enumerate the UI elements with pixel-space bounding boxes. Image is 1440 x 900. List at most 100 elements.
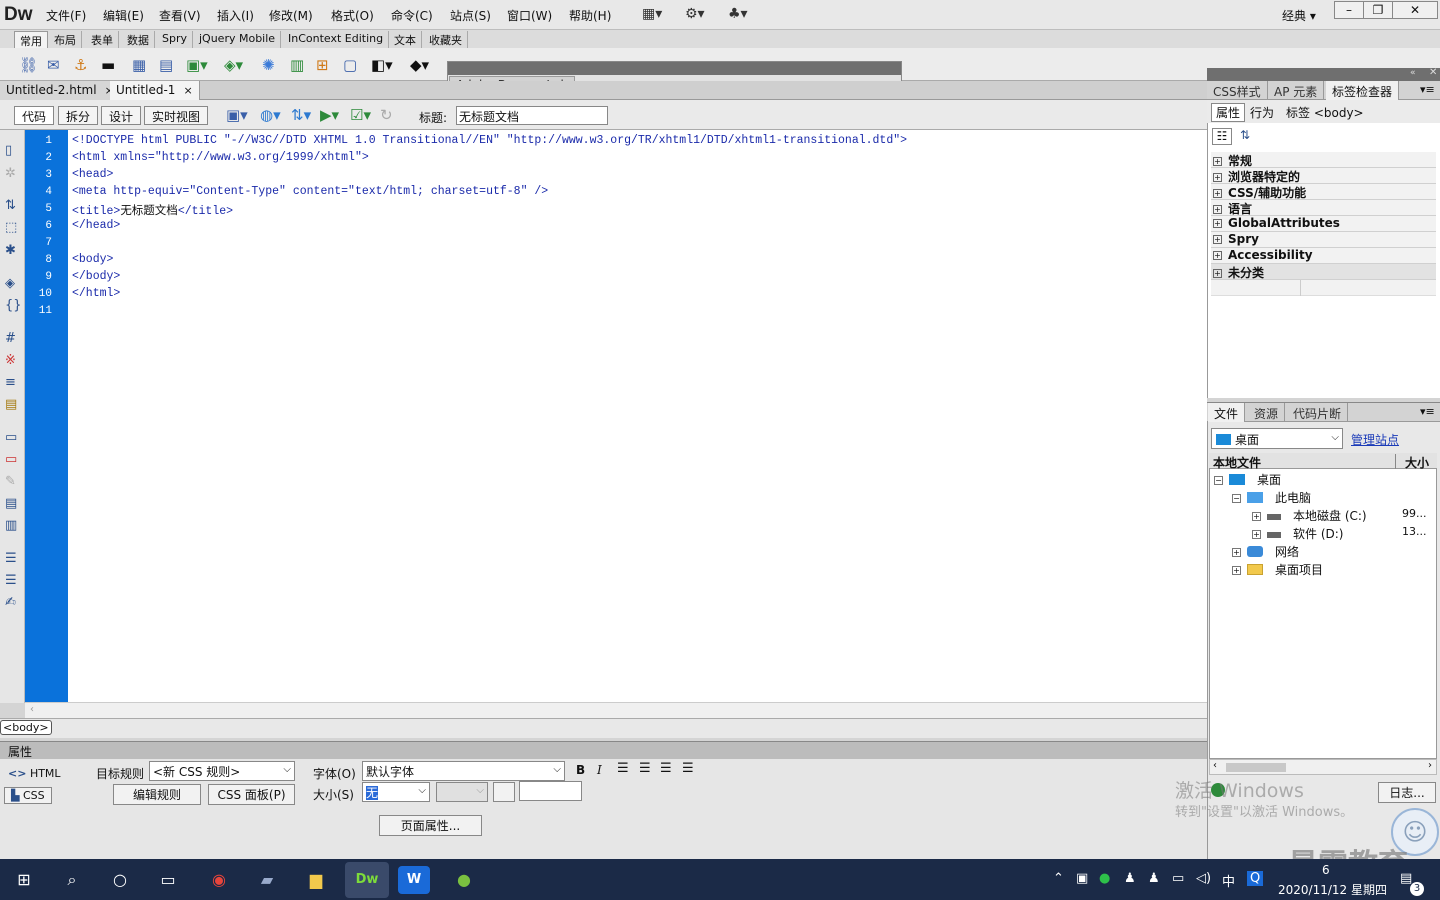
qq-icon[interactable]: ♟ — [1124, 871, 1136, 886]
qq-icon-2[interactable]: ♟ — [1148, 871, 1160, 886]
scroll-left-icon[interactable]: ‹ — [1213, 760, 1217, 771]
multiscreen-icon[interactable]: ▣▾ — [226, 106, 248, 124]
close-panel-icon[interactable]: ✕ — [1429, 67, 1437, 78]
manage-sites-link[interactable]: 管理站点 — [1351, 431, 1399, 448]
site-select[interactable]: 桌面 ⌵ — [1211, 428, 1343, 449]
remove-comment-icon[interactable]: ▭ — [5, 452, 17, 467]
insert-tab-jquery-mobile[interactable]: jQuery Mobile — [194, 31, 282, 48]
scroll-thumb[interactable] — [1226, 763, 1286, 772]
category-view-icon[interactable]: ☷ — [1212, 128, 1232, 145]
tab-css-styles[interactable]: CSS样式 — [1207, 81, 1268, 100]
select-parent-tag-icon[interactable]: ◈ — [5, 276, 15, 291]
tab-tag-inspector[interactable]: 标签检查器 — [1326, 81, 1400, 100]
menu-help[interactable]: 帮助(H) — [569, 7, 611, 24]
wechat-icon[interactable]: ● — [1099, 871, 1110, 886]
color-picker[interactable] — [493, 782, 515, 802]
media-icon[interactable]: ◈▾ — [224, 56, 243, 74]
tree-node-desktop[interactable]: − 桌面 — [1214, 471, 1281, 488]
tag-selector-body[interactable]: <body> — [0, 720, 52, 735]
category-spry[interactable]: + Spry — [1211, 232, 1436, 248]
justify-icon[interactable]: ☰ — [682, 761, 694, 776]
email-link-icon[interactable]: ✉ — [47, 56, 60, 74]
expand-icon[interactable]: + — [1232, 566, 1241, 575]
tab-snippets[interactable]: 代码片断 — [1287, 403, 1349, 422]
insert-tab-forms[interactable]: 表单 — [86, 31, 119, 48]
html-mode-button[interactable]: <> HTML — [8, 767, 61, 780]
insert-tab-spry[interactable]: Spry — [157, 31, 193, 48]
preview-browser-icon[interactable]: ◍▾ — [260, 106, 281, 124]
word-wrap-icon[interactable]: ≡ — [5, 375, 16, 390]
menu-site[interactable]: 站点(S) — [450, 7, 491, 24]
network-icon[interactable]: ▭ — [1172, 871, 1184, 886]
file-management-icon[interactable]: ⇅▾ — [291, 106, 311, 124]
tab-attributes[interactable]: 属性 — [1211, 103, 1246, 122]
insert-tab-data[interactable]: 数据 — [122, 31, 155, 48]
menu-insert[interactable]: 插入(I) — [217, 7, 254, 24]
code-view-button[interactable]: 代码 — [14, 106, 55, 125]
named-anchor-icon[interactable]: ⚓ — [74, 56, 87, 74]
w3c-validation-icon[interactable]: ▶▾ — [320, 106, 339, 124]
category-general[interactable]: + 常规 — [1211, 152, 1436, 168]
tab-behaviors[interactable]: 行为 — [1250, 104, 1274, 121]
clock-date[interactable]: 2020/11/12 星期四 — [1278, 881, 1387, 898]
syntax-coloring-icon[interactable]: ▤ — [5, 397, 17, 412]
collapse-tag-icon[interactable]: ⇅ — [5, 198, 16, 213]
menu-format[interactable]: 格式(O) — [331, 7, 374, 24]
div-icon[interactable]: ▤ — [159, 56, 173, 74]
tab-assets[interactable]: 资源 — [1248, 403, 1286, 422]
column-size[interactable]: 大小 — [1405, 454, 1429, 471]
expand-icon[interactable]: + — [1252, 530, 1261, 539]
menu-edit[interactable]: 编辑(E) — [103, 7, 144, 24]
design-view-button[interactable]: 设计 — [101, 106, 142, 125]
menu-commands[interactable]: 命令(C) — [391, 7, 433, 24]
properties-header[interactable]: 属性 — [0, 741, 1207, 759]
indent-icon[interactable]: ☰ — [5, 551, 17, 566]
tree-node-this-pc[interactable]: − 此电脑 — [1232, 489, 1311, 506]
tree-horizontal-scrollbar[interactable]: ‹ › — [1209, 759, 1437, 775]
align-left-icon[interactable]: ☰ — [617, 761, 629, 776]
align-right-icon[interactable]: ☰ — [660, 761, 672, 776]
tab-ap-elements[interactable]: AP 元素 — [1268, 81, 1325, 100]
app-icon[interactable]: ● — [448, 866, 480, 894]
comment-icon[interactable]: ▢ — [343, 56, 357, 74]
wps-icon[interactable]: W — [398, 866, 430, 894]
target-rule-select[interactable]: <新 CSS 规则> ⌵ — [149, 761, 295, 781]
size-select[interactable]: 无 ⌵ — [362, 782, 430, 802]
tree-node-drive-c[interactable]: + 本地磁盘 (C:) — [1252, 507, 1367, 524]
split-view-button[interactable]: 拆分 — [58, 106, 99, 125]
insert-tab-common[interactable]: 常用 — [14, 31, 48, 48]
attribute-row[interactable] — [1211, 280, 1436, 296]
search-icon[interactable]: ⌕ — [56, 866, 88, 894]
dreamweaver-taskbar-icon[interactable]: Dw — [345, 862, 389, 898]
color-input[interactable] — [519, 781, 582, 801]
security-icon[interactable]: ▣ — [1076, 871, 1088, 886]
edit-rule-button[interactable]: 编辑规则 — [113, 784, 201, 805]
scroll-right-icon[interactable]: › — [1428, 760, 1432, 771]
category-accessibility[interactable]: + Accessibility — [1211, 248, 1436, 264]
insert-tab-text[interactable]: 文本 — [389, 31, 422, 48]
layout-icon[interactable]: ▦▾ — [642, 6, 662, 22]
column-local-files[interactable]: 本地文件 — [1213, 454, 1261, 471]
menu-window[interactable]: 窗口(W) — [507, 7, 552, 24]
line-numbers-icon[interactable]: # — [5, 331, 16, 346]
horizontal-rule-icon[interactable]: ▬ — [101, 56, 115, 74]
css-mode-button[interactable]: ▙ CSS — [4, 787, 52, 804]
head-icon[interactable]: ◧▾ — [371, 56, 393, 74]
category-browser-specific[interactable]: + 浏览器特定的 — [1211, 168, 1436, 184]
notification-icon[interactable]: ▤ — [1400, 871, 1412, 886]
tree-node-drive-d[interactable]: + 软件 (D:) — [1252, 525, 1343, 542]
doc-tab-untitled-2[interactable]: Untitled-2.html× — [0, 81, 121, 100]
doc-tab-untitled-1[interactable]: Untitled-1 × — [110, 81, 200, 100]
outdent-icon[interactable]: ☰ — [5, 573, 17, 588]
close-button[interactable]: ✕ — [1392, 1, 1438, 19]
date-icon[interactable]: ▥ — [290, 56, 304, 74]
collapse-panel-icon[interactable]: « — [1410, 68, 1416, 78]
title-input[interactable]: 无标题文档 — [456, 106, 608, 125]
refresh-icon[interactable]: ↻ — [380, 106, 393, 124]
workspace-switcher[interactable]: 经典 ▾ — [1282, 7, 1316, 24]
bold-button[interactable]: B — [576, 763, 585, 777]
tree-node-network[interactable]: + 网络 — [1232, 543, 1299, 560]
panel-group-header[interactable] — [1207, 68, 1440, 81]
scroll-left-icon[interactable]: ‹ — [30, 704, 34, 715]
cortana-icon[interactable]: ○ — [104, 866, 136, 894]
